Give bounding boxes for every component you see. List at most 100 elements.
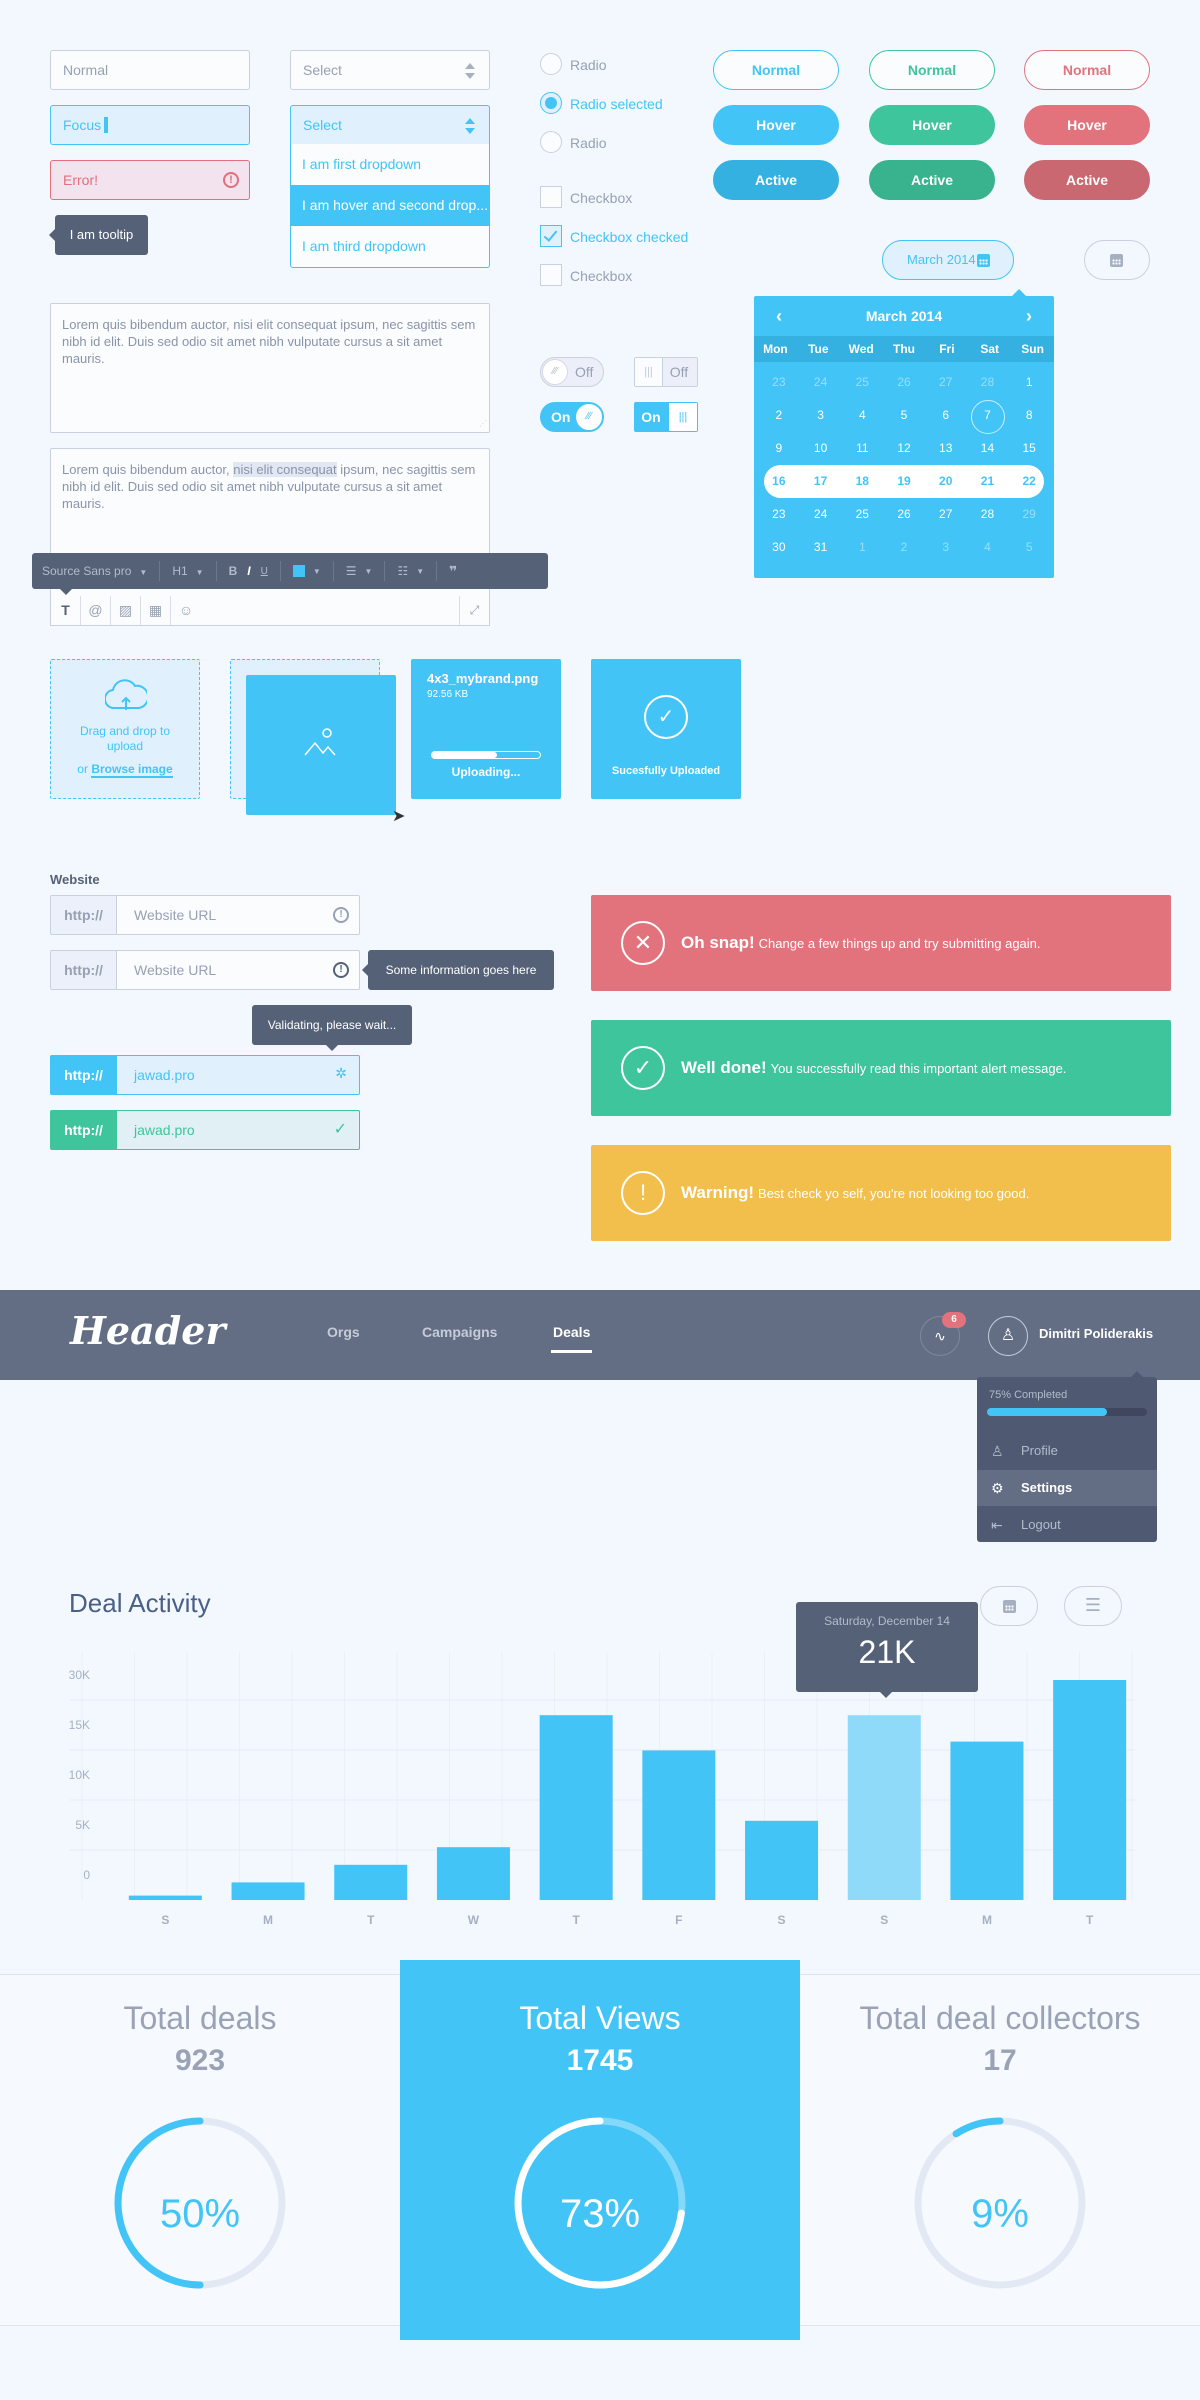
textarea[interactable]: Lorem quis bibendum auctor, nisi elit co… (50, 303, 490, 433)
square-toggle-on[interactable]: On ||| (634, 402, 698, 432)
calendar-day[interactable]: 12 (883, 432, 925, 465)
checkbox-3[interactable]: Checkbox (540, 264, 632, 288)
calendar-day[interactable]: 24 (800, 498, 842, 531)
calendar-day[interactable]: 24 (800, 366, 842, 399)
date-picker-button[interactable]: March 2014 (882, 240, 1014, 280)
calendar-day[interactable]: 28 (967, 366, 1009, 399)
text-color-swatch[interactable] (292, 565, 305, 577)
calendar-day[interactable]: 28 (967, 498, 1009, 531)
calendar-day[interactable]: 2 (883, 531, 925, 564)
calendar-day[interactable]: 1 (1008, 366, 1050, 399)
calendar-day[interactable]: 27 (925, 366, 967, 399)
calendar-day[interactable]: 3 (800, 399, 842, 432)
danger-active-button[interactable]: Active (1024, 160, 1150, 200)
success-normal-button[interactable]: Normal (869, 50, 995, 90)
error-input[interactable]: Error!! (50, 160, 250, 200)
success-hover-button[interactable]: Hover (869, 105, 995, 145)
browse-image-link[interactable]: Browse image (91, 762, 173, 778)
calendar-day[interactable]: 13 (925, 432, 967, 465)
calendar-icon[interactable]: ▦ (141, 596, 171, 625)
calendar-day[interactable]: 1 (841, 531, 883, 564)
chart-date-button[interactable] (980, 1586, 1038, 1626)
primary-active-button[interactable]: Active (713, 160, 839, 200)
select-normal[interactable]: Select (290, 50, 490, 90)
expand-icon[interactable]: ⤢ (459, 596, 489, 625)
normal-input[interactable]: Normal (50, 50, 250, 90)
calendar-day[interactable]: 30 (758, 531, 800, 564)
close-circle-icon[interactable]: ✕ (621, 921, 665, 965)
website-input[interactable]: http://Website URL! (50, 895, 360, 935)
bold-button[interactable]: B (229, 564, 238, 578)
user-avatar[interactable]: ♙ (988, 1316, 1028, 1356)
list-icon[interactable]: ☷ (397, 564, 408, 578)
focus-input[interactable]: Focus (50, 105, 250, 145)
calendar-day[interactable]: 17 (800, 465, 842, 498)
heading-select[interactable]: H1 ▼ (172, 564, 203, 578)
italic-button[interactable]: I (247, 564, 250, 578)
calendar-day[interactable]: 31 (800, 531, 842, 564)
primary-normal-button[interactable]: Normal (713, 50, 839, 90)
calendar-day[interactable]: 14 (967, 432, 1009, 465)
calendar-day[interactable]: 4 (841, 399, 883, 432)
user-name[interactable]: Dimitri Poliderakis (1039, 1326, 1153, 1341)
emoji-icon[interactable]: ☺ (171, 596, 201, 625)
resize-handle-icon[interactable]: ⋰ (479, 415, 487, 432)
square-toggle-off[interactable]: ||| Off (634, 357, 698, 387)
calendar-day[interactable]: 7 (967, 399, 1009, 434)
calendar-day[interactable]: 10 (800, 432, 842, 465)
calendar-day[interactable]: 27 (925, 498, 967, 531)
dropdown-option[interactable]: I am third dropdown (291, 226, 489, 267)
calendar-day[interactable]: 26 (883, 498, 925, 531)
info-icon[interactable]: ! (333, 962, 349, 978)
info-icon[interactable]: ! (333, 907, 349, 923)
website-input-info[interactable]: http://Website URL! (50, 950, 360, 990)
calendar-day[interactable]: 5 (883, 399, 925, 432)
quote-button[interactable]: ❞ (449, 563, 457, 580)
calendar-icon-button[interactable] (1084, 240, 1150, 280)
website-input-valid[interactable]: http://jawad.pro ✓ (50, 1110, 360, 1150)
calendar-day[interactable]: 20 (925, 465, 967, 498)
calendar-day[interactable]: 5 (1008, 531, 1050, 564)
logo[interactable]: Header (70, 1308, 225, 1353)
radio-selected[interactable]: Radio selected (540, 92, 663, 116)
dropzone[interactable]: Drag and drop to upload or Browse image (50, 659, 200, 799)
dropdown-option-hover[interactable]: I am hover and second drop... (291, 185, 489, 226)
danger-normal-button[interactable]: Normal (1024, 50, 1150, 90)
calendar-day[interactable]: 16 (758, 465, 800, 498)
calendar-day[interactable]: 22 (1008, 465, 1050, 498)
checkbox-checked[interactable]: Checkbox checked (540, 225, 688, 249)
prev-month-icon[interactable]: ‹ (764, 296, 794, 336)
calendar-day[interactable]: 26 (883, 366, 925, 399)
radio-3[interactable]: Radio (540, 131, 607, 155)
menu-logout[interactable]: ⇤ Logout (977, 1507, 1157, 1543)
calendar-day[interactable]: 21 (967, 465, 1009, 498)
calendar-day[interactable]: 18 (841, 465, 883, 498)
attachment-icon[interactable]: @ (81, 596, 111, 625)
align-icon[interactable]: ☰ (346, 564, 357, 578)
website-input-validating[interactable]: http://jawad.pro ✲ (50, 1055, 360, 1095)
image-icon[interactable]: ▨ (111, 596, 141, 625)
menu-settings[interactable]: ⚙ Settings (977, 1470, 1157, 1506)
calendar-day[interactable]: 8 (1008, 399, 1050, 432)
nav-campaigns[interactable]: Campaigns (422, 1324, 497, 1340)
calendar-day[interactable]: 23 (758, 366, 800, 399)
calendar-day[interactable]: 19 (883, 465, 925, 498)
underline-button[interactable]: U (261, 566, 268, 577)
toggle-off[interactable]: ⁄⁄⁄ Off (540, 357, 604, 387)
calendar-day[interactable]: 6 (925, 399, 967, 432)
calendar-day[interactable]: 2 (758, 399, 800, 432)
font-family-select[interactable]: Source Sans pro ▼ (42, 564, 147, 578)
danger-hover-button[interactable]: Hover (1024, 105, 1150, 145)
next-month-icon[interactable]: › (1014, 296, 1044, 336)
dragged-image-card[interactable] (246, 675, 396, 815)
calendar-day[interactable]: 23 (758, 498, 800, 531)
radio-1[interactable]: Radio (540, 53, 607, 77)
calendar-day[interactable]: 29 (1008, 498, 1050, 531)
calendar-day[interactable]: 25 (841, 366, 883, 399)
checkbox-1[interactable]: Checkbox (540, 186, 632, 210)
select-open[interactable]: Select (290, 105, 490, 145)
menu-profile[interactable]: ♙ Profile (977, 1433, 1157, 1469)
chart-menu-button[interactable]: ☰ (1064, 1586, 1122, 1626)
calendar-day[interactable]: 9 (758, 432, 800, 465)
nav-deals[interactable]: Deals (550, 1324, 593, 1353)
